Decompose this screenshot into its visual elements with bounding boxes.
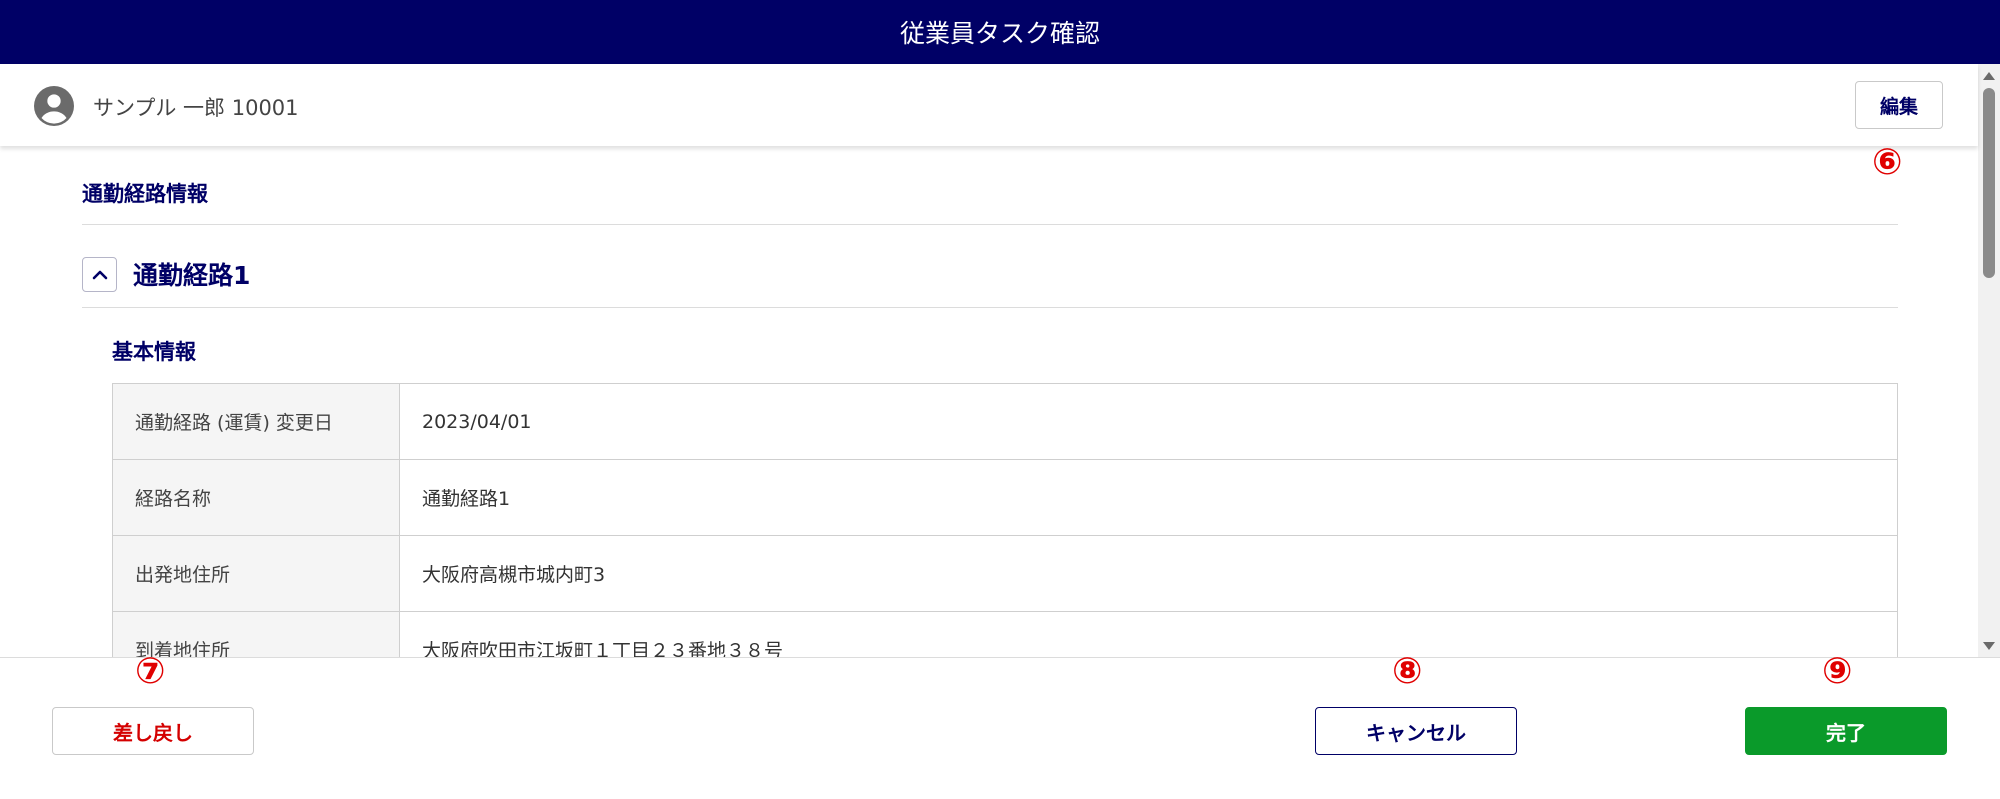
return-button[interactable]: 差し戻し: [52, 707, 254, 755]
basic-info-table: 通勤経路 (運賃) 変更日 2023/04/01 経路名称 通勤経路1 出発地住…: [112, 383, 1898, 658]
edit-button[interactable]: 編集: [1855, 81, 1943, 129]
route-divider: [82, 307, 1898, 308]
account-circle-icon: [34, 86, 74, 126]
row-label: 通勤経路 (運賃) 変更日: [112, 383, 400, 460]
table-row: 経路名称 通勤経路1: [112, 459, 1898, 536]
marker-6: ⑥: [1872, 142, 1903, 183]
table-row: 通勤経路 (運賃) 変更日 2023/04/01: [112, 383, 1898, 460]
user-name: サンプル 一郎 10001: [93, 96, 299, 120]
complete-button[interactable]: 完了: [1745, 707, 1947, 755]
row-value: 2023/04/01: [399, 383, 1898, 460]
user-bar: サンプル 一郎 10001 編集: [0, 64, 1978, 146]
marker-7: ⑦: [135, 651, 166, 692]
main-content: 通勤経路情報 通勤経路1 基本情報 通勤経路 (運賃) 変更日 2023/04/…: [0, 146, 1978, 658]
section-title-commute-info: 通勤経路情報: [82, 182, 208, 206]
row-value: 大阪府吹田市江坂町１丁目２３番地３８号: [399, 611, 1898, 658]
section-divider: [82, 224, 1898, 225]
basic-info-title: 基本情報: [112, 340, 196, 364]
chevron-up-icon: [92, 270, 107, 279]
table-row: 到着地住所 大阪府吹田市江坂町１丁目２３番地３８号: [112, 611, 1898, 658]
row-label: 経路名称: [112, 459, 400, 536]
scroll-down-arrow-icon[interactable]: [1983, 642, 1995, 650]
marker-8: ⑧: [1392, 651, 1423, 692]
footer-action-bar: 差し戻し キャンセル 完了: [0, 657, 2000, 799]
collapse-route-button[interactable]: [82, 257, 117, 292]
marker-9: ⑨: [1822, 651, 1853, 692]
scroll-thumb[interactable]: [1983, 88, 1995, 278]
page-title: 従業員タスク確認: [899, 19, 1100, 48]
scroll-up-arrow-icon[interactable]: [1983, 72, 1995, 80]
cancel-button[interactable]: キャンセル: [1315, 707, 1517, 755]
vertical-scrollbar[interactable]: [1978, 64, 2000, 658]
route-title: 通勤経路1: [133, 261, 251, 290]
table-row: 出発地住所 大阪府高槻市城内町3: [112, 535, 1898, 612]
row-value: 通勤経路1: [399, 459, 1898, 536]
row-value: 大阪府高槻市城内町3: [399, 535, 1898, 612]
row-label: 出発地住所: [112, 535, 400, 612]
title-bar: 従業員タスク確認: [0, 0, 2000, 64]
